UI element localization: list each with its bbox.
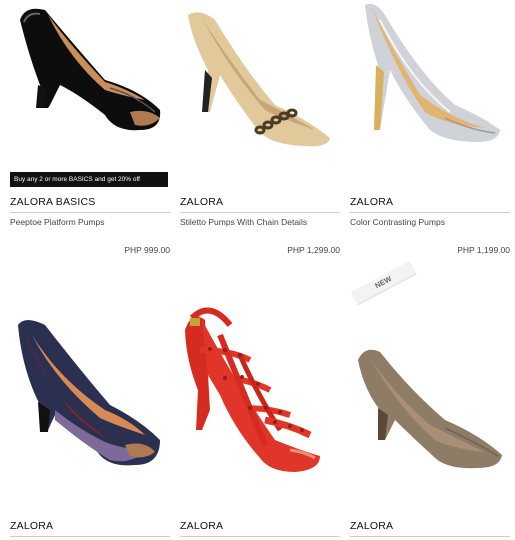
product-name[interactable]: Color Contrasting Pumps [350, 216, 505, 228]
product-grid: Buy any 2 or more BASICS and get 20% off… [0, 0, 515, 540]
product-image[interactable] [180, 280, 340, 510]
product-card[interactable]: Buy any 2 or more BASICS and get 20% off… [10, 0, 170, 255]
product-price: PHP 1,199.00 [457, 245, 510, 255]
silver-gold-pump-image [365, 3, 500, 142]
product-image[interactable] [10, 0, 170, 170]
product-card[interactable]: ZALORA Color Contrasting Pumps PHP 1,199… [350, 0, 510, 255]
nude-chain-stiletto-pump-image [188, 12, 330, 147]
product-image[interactable] [10, 280, 170, 510]
product-brand[interactable]: ZALORA BASICS [10, 196, 170, 213]
product-image[interactable] [350, 0, 510, 170]
product-name[interactable]: Stiletto Pumps With Chain Details [180, 216, 335, 228]
product-image[interactable] [350, 280, 510, 510]
product-image[interactable] [180, 0, 340, 170]
taupe-pointed-pump-image [358, 349, 502, 469]
product-card[interactable]: ZALORA Stiletto Pumps With Chain Details… [180, 0, 340, 255]
colorblock-peeptoe-pump-image [18, 320, 160, 466]
product-brand[interactable]: ZALORA [180, 520, 340, 537]
product-name[interactable]: Peeptoe Platform Pumps [10, 216, 165, 228]
black-patent-peeptoe-pump-image [20, 8, 161, 131]
product-price: PHP 1,299.00 [287, 245, 340, 255]
product-brand[interactable]: ZALORA [10, 520, 170, 537]
promo-banner: Buy any 2 or more BASICS and get 20% off [10, 172, 168, 187]
product-price: PHP 999.00 [124, 245, 170, 255]
product-card[interactable]: ZALORA [10, 280, 170, 537]
product-brand[interactable]: ZALORA [180, 196, 340, 213]
product-brand[interactable]: ZALORA [350, 520, 510, 537]
product-brand[interactable]: ZALORA [350, 196, 510, 213]
product-card[interactable]: ZALORA [180, 280, 340, 537]
product-card[interactable]: ZALORA [350, 280, 510, 537]
red-studded-sandal-image [185, 307, 320, 472]
